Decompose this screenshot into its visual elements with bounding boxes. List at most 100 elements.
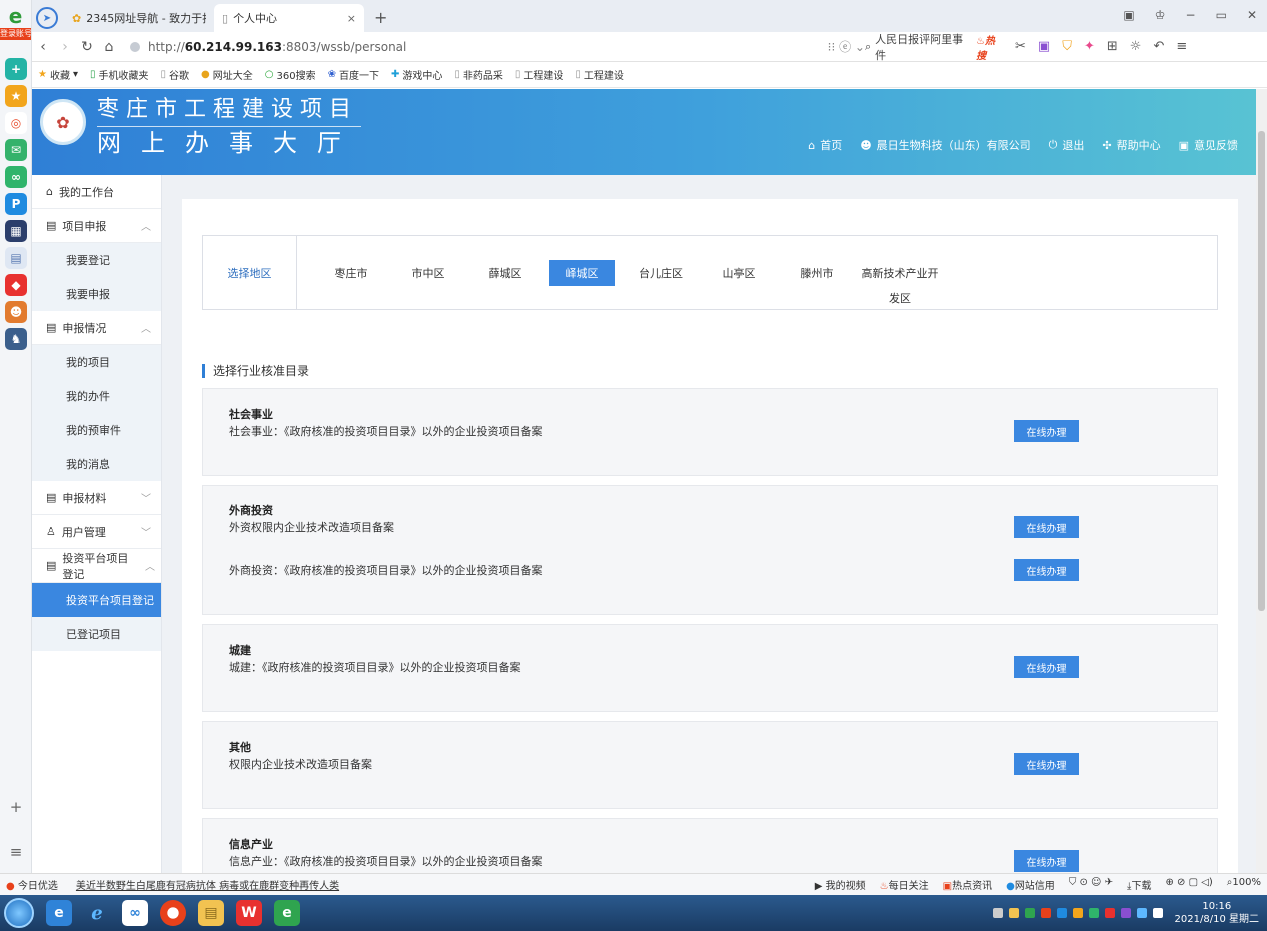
start-button[interactable] <box>4 898 34 928</box>
browser-logo-icon[interactable]: e <box>0 4 31 28</box>
sidebar-item-platform-reg[interactable]: ▤ 投资平台项目登记 ︿ <box>32 549 161 583</box>
new-tab-icon[interactable]: + <box>364 8 397 32</box>
scrollbar-thumb[interactable] <box>1258 131 1265 611</box>
status-tools-icons[interactable]: ⊕ ⊘ ▢ ◁) <box>1165 877 1212 892</box>
ie2-taskbar-icon[interactable]: ℯ <box>84 900 110 926</box>
online-apply-button[interactable]: 在线办理 <box>1014 559 1079 581</box>
bookmark-build1[interactable]: ▯ 工程建设 <box>515 67 564 82</box>
tray-icon[interactable] <box>1120 908 1131 918</box>
forward-icon[interactable]: › <box>54 39 76 55</box>
region-option-hitech-wrap[interactable]: 发区 <box>855 286 945 310</box>
sidebar-item-my-messages[interactable]: 我的消息 <box>32 447 161 481</box>
hot-news[interactable]: ▣热点资讯 <box>943 877 992 892</box>
tray-icon[interactable] <box>1088 908 1099 918</box>
network-icon[interactable] <box>1152 908 1163 918</box>
nav-user[interactable]: ☻ 晨日生物科技（山东）有限公司 <box>860 137 1030 153</box>
chrome-taskbar-icon[interactable] <box>160 900 186 926</box>
bookmark-google[interactable]: ▯ 谷歌 <box>161 67 190 82</box>
sidebar-item-platform-reg-sub[interactable]: 投资平台项目登记 <box>32 583 161 617</box>
shield-icon[interactable]: ⛉ <box>1062 39 1072 54</box>
apps-grid-icon[interactable]: ⊞ <box>1107 39 1118 54</box>
ie-taskbar-icon[interactable]: e <box>46 900 72 926</box>
download-button[interactable]: ⤓下载 <box>1127 877 1151 892</box>
sidebar-item-declare[interactable]: 我要申报 <box>32 277 161 311</box>
region-option-yicheng[interactable]: 峄城区 <box>549 260 615 286</box>
region-option-taierzhuang[interactable]: 台儿庄区 <box>630 260 692 286</box>
refresh-icon[interactable]: ↻ <box>76 39 98 55</box>
folder-taskbar-icon[interactable]: ▤ <box>198 900 224 926</box>
more-menu-icon[interactable]: ≡ <box>1176 39 1187 54</box>
minimize-icon[interactable]: − <box>1186 8 1196 22</box>
weibo-icon[interactable]: ◎ <box>5 112 27 134</box>
close-window-icon[interactable]: ✕ <box>1247 8 1257 22</box>
add-icon[interactable]: + <box>0 798 32 816</box>
tray-icon[interactable] <box>1136 908 1147 918</box>
region-option-zaozhuang[interactable]: 枣庄市 <box>323 260 379 286</box>
tray-icon[interactable] <box>1040 908 1051 918</box>
translate-icon[interactable]: ▣ <box>1038 39 1050 54</box>
sidebar-item-project-apply[interactable]: ▤ 项目申报 ︿ <box>32 209 161 243</box>
system-clock[interactable]: 10:16 2021/8/10 星期二 <box>1175 900 1259 926</box>
bookmark-build2[interactable]: ▯ 工程建设 <box>575 67 624 82</box>
wps-taskbar-icon[interactable]: W <box>236 900 262 926</box>
online-apply-button[interactable]: 在线办理 <box>1014 850 1079 872</box>
doc-app-icon[interactable]: ▤ <box>5 247 27 269</box>
sidebar-item-user-mgmt[interactable]: ♙ 用户管理 ﹀ <box>32 515 161 549</box>
online-apply-button[interactable]: 在线办理 <box>1014 656 1079 678</box>
scissors-icon[interactable]: ✂ <box>1015 39 1026 54</box>
news-app-icon[interactable]: ▦ <box>5 220 27 242</box>
nav-compass-icon[interactable]: ➤ <box>36 7 58 29</box>
bookmark-baidu[interactable]: ❀ 百度一下 <box>328 67 379 82</box>
site-credit[interactable]: ●网站信用 <box>1006 877 1055 892</box>
tray-icon[interactable] <box>1008 908 1019 918</box>
sidebar-item-workbench[interactable]: ⌂ 我的工作台 <box>32 175 161 209</box>
status-icons[interactable]: ⛉ ⊙ ☺ ✈ <box>1069 877 1113 892</box>
news-ticker-link[interactable]: 美近半数野生白尾鹿有冠病抗体 病毒或在鹿群变种再传人类 <box>76 877 339 892</box>
nav-help[interactable]: ✣ 帮助中心 <box>1102 137 1160 153</box>
game-app-icon[interactable]: ☻ <box>5 301 27 323</box>
page-scrollbar[interactable] <box>1256 89 1267 873</box>
site-info-icon[interactable] <box>130 41 140 52</box>
sidebar-item-my-projects[interactable]: 我的项目 <box>32 345 161 379</box>
online-apply-button[interactable]: 在线办理 <box>1014 753 1079 775</box>
tab-2345[interactable]: ✿ 2345网址导航 - 致力于打造百年 <box>64 4 214 32</box>
search-box[interactable]: ⌕ 人民日报评阿里事件 ♨热搜 <box>865 33 1005 62</box>
maximize-icon[interactable]: ▭ <box>1216 8 1227 22</box>
daily-focus[interactable]: ♨每日关注 <box>880 877 929 892</box>
sidebar-item-my-pretrial[interactable]: 我的预审件 <box>32 413 161 447</box>
game-tool-icon[interactable]: ✦ <box>1084 39 1095 54</box>
sidebar-item-register[interactable]: 我要登记 <box>32 243 161 277</box>
menu-icon[interactable]: ≡ <box>0 843 32 861</box>
p-app-icon[interactable]: P <box>5 193 27 215</box>
sidebar-item-materials[interactable]: ▤ 申报材料 ﹀ <box>32 481 161 515</box>
sidebar-item-apply-status[interactable]: ▤ 申报情况 ︿ <box>32 311 161 345</box>
region-option-shanting[interactable]: 山亭区 <box>711 260 767 286</box>
region-option-xuecheng[interactable]: 薛城区 <box>477 260 533 286</box>
bookmark-sites[interactable]: ● 网址大全 <box>201 67 253 82</box>
zoom-level[interactable]: ⌕100% <box>1227 877 1261 892</box>
url-input[interactable]: http://60.214.99.163:8803/wssb/personal … <box>130 36 865 58</box>
tab-count-icon[interactable]: ▣ <box>1123 8 1134 22</box>
compat-mode-icon[interactable]: ⁝⁝ ⓔ ⌄ <box>828 38 865 55</box>
login-badge[interactable]: 登录账号 <box>0 28 31 40</box>
browser-taskbar-icon[interactable]: e <box>274 900 300 926</box>
nav-feedback[interactable]: ▣ 意见反馈 <box>1179 137 1238 153</box>
tray-icon[interactable] <box>1056 908 1067 918</box>
bookmark-games[interactable]: ✚ 游戏中心 <box>391 67 442 82</box>
back-icon[interactable]: ‹ <box>32 39 54 55</box>
sidebar-item-registered[interactable]: 已登记项目 <box>32 617 161 651</box>
region-option-hitech[interactable]: 高新技术产业开 <box>855 260 945 286</box>
game2-app-icon[interactable]: ♞ <box>5 328 27 350</box>
brightness-icon[interactable]: ☼ <box>1130 39 1142 54</box>
bookmark-favorites[interactable]: ★ 收藏 ▾ <box>38 67 78 82</box>
mail-icon[interactable]: ✉ <box>5 139 27 161</box>
cloud-app-icon[interactable]: ∞ <box>5 166 27 188</box>
region-option-tengzhou[interactable]: 滕州市 <box>789 260 845 286</box>
region-option-shizhong[interactable]: 市中区 <box>400 260 456 286</box>
tray-icon[interactable] <box>992 908 1003 918</box>
bookmark-drugs[interactable]: ▯ 非药品采 <box>454 67 503 82</box>
tray-icon[interactable] <box>1104 908 1115 918</box>
nav-logout[interactable]: ⏻ 退出 <box>1049 137 1085 153</box>
today-pick[interactable]: ● 今日优选 <box>6 877 58 892</box>
plus-app-icon[interactable]: + <box>5 58 27 80</box>
